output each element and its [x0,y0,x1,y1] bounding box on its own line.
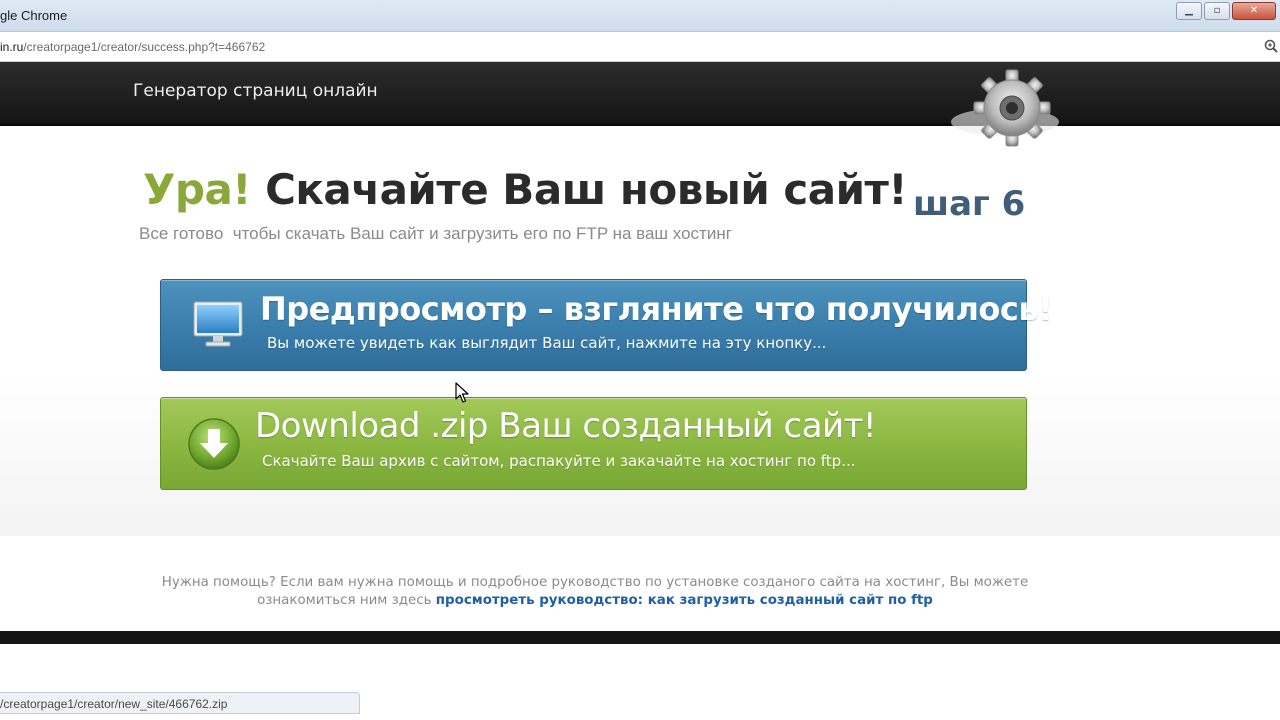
preview-button-subtitle: Вы можете увидеть как выглядит Ваш сайт,… [267,334,827,352]
status-bar-url: /creatorpage1/creator/new_site/466762.zi… [0,692,360,714]
help-text-line2: ознакомиться ним здесь [257,593,436,608]
site-header: Генератор страниц онлайн [0,62,1280,126]
download-button-title: Download .zip Ваш созданный сайт! [255,406,877,446]
minimize-button[interactable]: ▁ [1176,2,1202,20]
download-arrow-icon [188,418,240,470]
step-indicator: шаг 6 [913,184,1026,224]
preview-button-title: Предпросмотр – взгляните что получилось! [260,290,1053,328]
url-path: /creatorpage1/creator/success.php?t=4667… [23,40,266,54]
page-headline: Ура! Скачайте Ваш новый сайт! [143,165,908,214]
url-host: in.ru [0,40,24,54]
headline-text: Скачайте Ваш новый сайт! [265,165,908,214]
download-button-subtitle: Скачайте Ваш архив с сайтом, распакуйте … [262,452,856,470]
preview-button[interactable]: Предпросмотр – взгляните что получилось!… [160,279,1053,371]
zoom-icon[interactable] [1264,39,1278,53]
window-title: gle Chrome [0,8,68,23]
footer-bar [0,631,1280,644]
page-subtitle: Все готово чтобы скачать Ваш сайт и загр… [139,224,732,243]
guide-link[interactable]: просмотреть руководство: как загрузить с… [436,593,933,608]
url-text[interactable]: in.ru/creatorpage1/creator/success.php?t… [0,40,265,54]
address-bar[interactable]: in.ru/creatorpage1/creator/success.php?t… [0,32,1280,62]
monitor-icon [193,301,243,347]
site-logo-text[interactable]: Генератор страниц онлайн [133,81,378,101]
gear-icon [951,69,1059,147]
window-controls: ▁ ▫ ✕ [1176,2,1276,20]
close-button[interactable]: ✕ [1232,2,1276,20]
maximize-button[interactable]: ▫ [1204,2,1230,20]
help-text-line1: Нужна помощь? Если вам нужна помощь и по… [161,575,1029,590]
headline-hooray: Ура! [143,165,251,214]
cursor-icon [455,382,469,403]
browser-titlebar: gle Chrome ▁ ▫ ✕ [0,0,1280,32]
help-text: Нужна помощь? Если вам нужна помощь и по… [120,574,1070,610]
download-button[interactable]: Download .zip Ваш созданный сайт! Скачай… [160,397,1027,490]
